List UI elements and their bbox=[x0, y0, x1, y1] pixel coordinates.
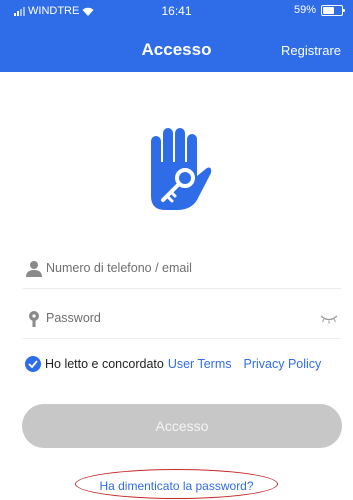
phone-email-input[interactable]: Numero di telefono / email bbox=[46, 261, 192, 275]
battery-percent: 59% bbox=[293, 4, 316, 16]
checkmark-icon bbox=[28, 360, 38, 368]
agree-checkbox[interactable] bbox=[25, 356, 41, 372]
register-button[interactable]: Registrare bbox=[281, 43, 341, 58]
forgot-password-link[interactable]: Ha dimenticato la password? bbox=[0, 479, 353, 493]
privacy-policy-link[interactable]: Privacy Policy bbox=[244, 357, 322, 371]
app-header: WINDTRE 16:41 59% Accesso Registrare bbox=[0, 0, 353, 72]
eye-closed-icon[interactable] bbox=[319, 314, 339, 324]
battery-status: 59% bbox=[293, 4, 345, 16]
agreement-text: Ho letto e concordato bbox=[45, 357, 164, 371]
login-button[interactable]: Accesso bbox=[22, 404, 342, 448]
terms-agreement: Ho letto e concordato User Terms Privacy… bbox=[25, 354, 321, 374]
user-icon bbox=[26, 261, 42, 277]
status-bar: WINDTRE 16:41 59% bbox=[0, 0, 353, 22]
phone-email-field[interactable]: Numero di telefono / email bbox=[23, 248, 341, 289]
user-terms-link[interactable]: User Terms bbox=[168, 357, 232, 371]
hand-key-icon bbox=[151, 128, 212, 210]
lock-icon bbox=[29, 311, 39, 327]
battery-icon bbox=[321, 4, 345, 16]
password-input[interactable]: Password bbox=[46, 311, 101, 325]
password-field[interactable]: Password bbox=[23, 298, 341, 339]
